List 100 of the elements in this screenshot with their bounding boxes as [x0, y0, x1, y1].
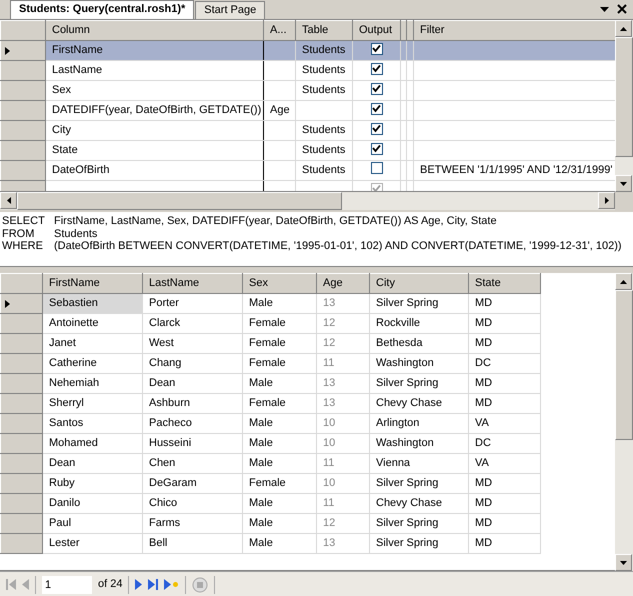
table-cell: Silver Spring — [370, 534, 468, 554]
scroll-right-button[interactable] — [598, 192, 615, 209]
column-header[interactable]: Age — [316, 274, 370, 294]
close-icon[interactable] — [617, 3, 627, 15]
output-checkbox[interactable] — [370, 122, 382, 135]
scroll-down-button[interactable] — [615, 554, 632, 571]
column-header[interactable]: State — [468, 274, 540, 294]
up-arrow-icon — [620, 26, 627, 30]
table-cell: Male — [242, 494, 316, 514]
sql-keyword: SELECT — [2, 215, 46, 228]
column-header[interactable]: LastName — [142, 274, 242, 294]
table-cell: 10 — [316, 434, 370, 454]
table-cell: Clarck — [142, 314, 242, 334]
table-cell: Mohamed — [42, 434, 142, 454]
record-field[interactable]: 1 — [42, 576, 92, 594]
scroll-up-button[interactable] — [615, 273, 632, 290]
output-checkbox[interactable] — [370, 142, 382, 155]
table-cell: MD — [468, 534, 540, 554]
column-header[interactable]: Filter — [414, 20, 615, 40]
table-cell: MD — [468, 474, 540, 494]
table-cell: 12 — [316, 314, 370, 334]
table-cell: Sherryl — [42, 394, 142, 414]
table-cell: Washington — [370, 354, 468, 374]
next-record-icon[interactable] — [135, 579, 142, 590]
table-cell: FirstName — [46, 40, 264, 60]
table-cell: MD — [468, 494, 540, 514]
scroll-thumb[interactable] — [17, 192, 342, 210]
output-checkbox[interactable] — [370, 102, 382, 115]
column-header[interactable]: A... — [264, 20, 296, 40]
table-cell: Santos — [42, 414, 142, 434]
scroll-thumb[interactable] — [615, 37, 633, 157]
table-cell: 10 — [316, 474, 370, 494]
column-header[interactable]: City — [370, 274, 468, 294]
table-cell: Arlington — [370, 414, 468, 434]
check-icon — [372, 104, 381, 114]
table-cell: Dean — [142, 374, 242, 394]
scroll-thumb[interactable] — [615, 290, 633, 440]
table-cell: Farms — [142, 514, 242, 534]
table-cell: DC — [468, 354, 540, 374]
document-tab[interactable]: Start Page — [195, 1, 266, 19]
scroll-left-button[interactable] — [0, 192, 17, 209]
column-header[interactable]: Column — [46, 20, 264, 40]
check-icon — [372, 44, 381, 54]
scroll-up-button[interactable] — [615, 20, 632, 37]
table-cell: Washington — [370, 434, 468, 454]
table-cell: Lester — [42, 534, 142, 554]
table-cell: LastName — [46, 60, 264, 80]
table-cell: Sebastien — [42, 294, 142, 314]
check-icon — [372, 84, 381, 94]
table-cell: MD — [468, 294, 540, 314]
sql-keyword: WHERE — [2, 240, 44, 252]
up-arrow-icon — [620, 280, 627, 284]
table-cell: VA — [468, 414, 540, 434]
table-cell: Bethesda — [370, 334, 468, 354]
sql-pane[interactable] — [0, 212, 633, 267]
table-cell: Students — [296, 40, 352, 60]
last-record-icon[interactable] — [148, 579, 158, 590]
table-cell: Paul — [42, 514, 142, 534]
new-record-icon[interactable] — [164, 579, 180, 590]
output-checkbox[interactable] — [370, 82, 382, 95]
column-header[interactable]: Output — [352, 20, 400, 40]
table-cell: MD — [468, 514, 540, 534]
table-cell: Husseini — [142, 434, 242, 454]
scroll-corner — [615, 192, 633, 210]
column-header[interactable]: FirstName — [42, 274, 142, 294]
column-header[interactable]: Table — [296, 20, 352, 40]
left-arrow-icon — [6, 197, 10, 204]
scroll-down-button[interactable] — [615, 175, 632, 192]
sql-keyword: FROM — [2, 228, 36, 240]
document-tab[interactable]: Students: Query(central.rosh1)* — [10, 0, 194, 19]
table-cell: DeGaram — [142, 474, 242, 494]
down-arrow-icon — [620, 182, 627, 186]
table-cell: Female — [242, 394, 316, 414]
row-header[interactable] — [0, 294, 42, 314]
output-checkbox[interactable] — [370, 62, 382, 75]
table-cell: Vienna — [370, 454, 468, 474]
table-cell: 12 — [316, 514, 370, 534]
table-cell: 11 — [316, 454, 370, 474]
table-cell: MD — [468, 394, 540, 414]
table-cell: Chevy Chase — [370, 394, 468, 414]
output-checkbox[interactable] — [370, 42, 382, 55]
table-cell: Female — [242, 474, 316, 494]
table-cell: 13 — [316, 294, 370, 314]
table-cell: City — [46, 120, 264, 140]
table-cell: VA — [468, 454, 540, 474]
table-cell: 11 — [316, 494, 370, 514]
table-cell: Silver Spring — [370, 514, 468, 534]
row-header[interactable] — [0, 40, 46, 60]
output-checkbox[interactable] — [370, 162, 382, 174]
table-cell: Pacheco — [142, 414, 242, 434]
column-header[interactable]: Sex — [242, 274, 316, 294]
table-cell: MD — [468, 374, 540, 394]
check-icon — [372, 144, 381, 154]
table-cell: Porter — [142, 294, 242, 314]
table-cell: 10 — [316, 414, 370, 434]
table-cell: Students — [296, 60, 352, 80]
sql-text: Students — [54, 228, 98, 240]
check-icon — [372, 124, 381, 134]
table-cell: 13 — [316, 534, 370, 554]
table-cell: Male — [242, 514, 316, 534]
